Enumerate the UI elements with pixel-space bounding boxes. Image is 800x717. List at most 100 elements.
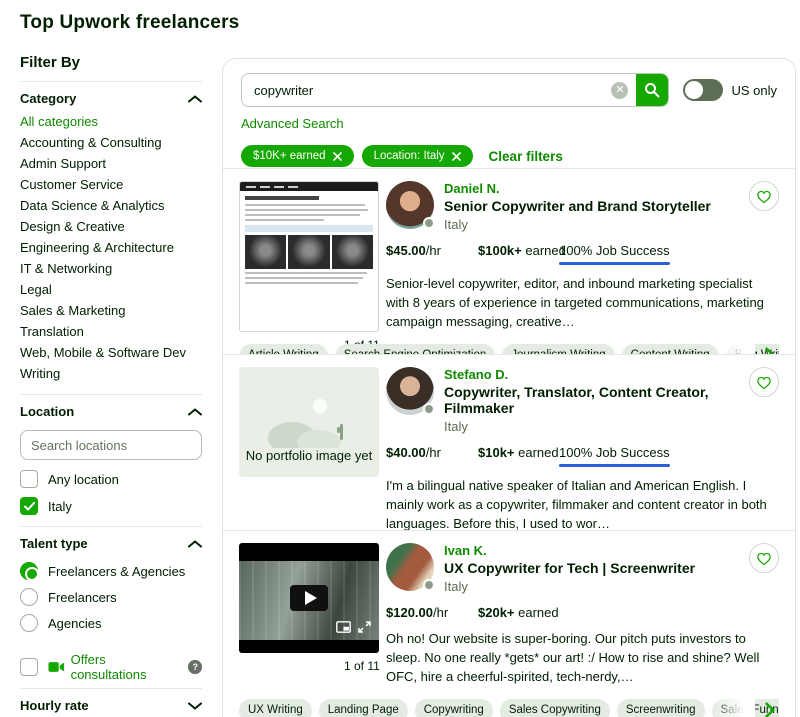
help-icon[interactable]: ? (188, 660, 203, 674)
clear-search-icon[interactable]: ✕ (611, 81, 629, 99)
save-freelancer-button[interactable] (749, 543, 779, 573)
location-label: Location (20, 404, 75, 419)
chevron-up-icon (188, 407, 202, 416)
skills-scroll-right-icon[interactable] (763, 346, 777, 354)
toggle-knob (685, 81, 704, 99)
skill-chip[interactable]: Sales Copywriting (499, 698, 610, 717)
talent-option-freelancers-agencies[interactable]: Freelancers & Agencies (20, 560, 202, 582)
skill-chip[interactable]: Copywriting (414, 698, 493, 717)
freelancer-title: UX Copywriter for Tech | Screenwriter (444, 560, 696, 576)
filter-chip-earned[interactable]: $10K+ earned (241, 145, 354, 167)
talent-type-label: Talent type (20, 536, 88, 551)
radio-unselected[interactable] (20, 614, 38, 632)
advanced-search-link[interactable]: Advanced Search (241, 116, 344, 131)
freelancer-card[interactable]: 1 of 11 Ivan K. UX Copywriter for Tech |… (223, 531, 795, 717)
freelancer-card[interactable]: No portfolio image yet Stefano D. Copywr… (223, 355, 795, 531)
category-section-header[interactable]: Category (20, 82, 202, 111)
skill-chip[interactable]: Landing Page (318, 698, 408, 717)
job-success-underline (559, 262, 670, 265)
search-input[interactable] (242, 82, 612, 98)
hourly-rate-label: Hourly rate (20, 698, 89, 713)
search-button[interactable] (636, 74, 669, 106)
hourly-rate: $120.00 (386, 605, 433, 620)
earned-amount: $10k+ (478, 445, 515, 460)
radio-selected[interactable] (20, 562, 39, 581)
category-item[interactable]: Admin Support (20, 153, 202, 174)
category-item[interactable]: Data Science & Analytics (20, 195, 202, 216)
chip-remove-icon[interactable] (332, 151, 342, 161)
save-freelancer-button[interactable] (749, 367, 779, 397)
freelancer-card[interactable]: 1 of 11 Daniel N. Senior Copywriter and … (223, 169, 795, 355)
avatar[interactable] (386, 181, 435, 229)
category-item-all[interactable]: All categories (20, 111, 202, 132)
heart-icon (757, 552, 771, 565)
skill-chip[interactable]: UX Writing (239, 698, 312, 717)
italy-location-option[interactable]: Italy (20, 495, 202, 517)
skills-row: UX Writing Landing Page Copywriting Sale… (239, 698, 779, 717)
skill-chip[interactable]: Content Writing (621, 343, 719, 354)
category-item[interactable]: Web, Mobile & Software Dev (20, 342, 202, 363)
play-button[interactable] (290, 585, 328, 611)
skill-chip[interactable]: Article Writing (239, 343, 328, 354)
stats-row: $40.00/hr $10k+ earned 100% Job Success (386, 445, 779, 467)
skills-row: Article Writing Search Engine Optimizati… (239, 343, 779, 354)
avatar[interactable] (386, 367, 435, 415)
chip-remove-icon[interactable] (451, 151, 461, 161)
filter-chip-location[interactable]: Location: Italy (361, 145, 473, 167)
category-item[interactable]: Sales & Marketing (20, 300, 202, 321)
filter-sidebar: Filter By Category All categories Accoun… (0, 36, 222, 717)
no-portfolio-text: No portfolio image yet (245, 448, 373, 463)
category-item[interactable]: Engineering & Architecture (20, 237, 202, 258)
talent-option-label: Freelancers & Agencies (48, 563, 186, 579)
earned-suffix: earned (514, 445, 559, 460)
status-dot (423, 217, 435, 229)
search-icon (645, 83, 660, 98)
checkbox-unchecked[interactable] (20, 470, 38, 488)
freelancer-name-link[interactable]: Stefano D. (444, 367, 749, 382)
skills-scroll-right-icon[interactable] (763, 701, 777, 717)
skill-chip[interactable]: Search Engine Optimization (334, 343, 496, 354)
category-item[interactable]: Accounting & Consulting (20, 132, 202, 153)
any-location-option[interactable]: Any location (20, 468, 202, 490)
category-item[interactable]: Customer Service (20, 174, 202, 195)
heart-icon (757, 376, 771, 389)
filter-by-heading: Filter By (20, 54, 81, 71)
freelancer-name-link[interactable]: Daniel N. (444, 181, 711, 196)
fullscreen-icon[interactable] (358, 621, 371, 633)
talent-option-agencies[interactable]: Agencies (20, 612, 202, 634)
status-dot (423, 579, 435, 591)
search-bar: ✕ (241, 73, 670, 107)
us-only-toggle[interactable] (683, 79, 724, 101)
avatar[interactable] (386, 543, 435, 591)
filter-chip-label: Location: Italy (373, 150, 445, 162)
portfolio-thumbnail[interactable] (239, 181, 379, 332)
rate-suffix: /hr (425, 445, 441, 460)
offers-consultations-label: Offers consultations (70, 652, 147, 682)
category-item[interactable]: IT & Networking (20, 258, 202, 279)
skill-chip[interactable]: Journalism Writing (502, 343, 615, 354)
job-success-underline (559, 464, 670, 467)
category-item[interactable]: Writing (20, 363, 202, 384)
category-item[interactable]: Legal (20, 279, 202, 300)
talent-option-freelancers[interactable]: Freelancers (20, 586, 202, 608)
freelancer-name-link[interactable]: Ivan K. (444, 543, 695, 558)
location-section-header[interactable]: Location (20, 395, 202, 424)
category-item[interactable]: Design & Creative (20, 216, 202, 237)
offers-consultations-option[interactable]: Offers consultations ? (20, 652, 203, 682)
radio-unselected[interactable] (20, 588, 38, 606)
category-item[interactable]: Translation (20, 321, 202, 342)
talent-type-section-header[interactable]: Talent type (20, 527, 202, 556)
skill-chip[interactable]: Screenwriting (616, 698, 705, 717)
location-search-input[interactable] (20, 430, 202, 460)
save-freelancer-button[interactable] (749, 181, 779, 211)
clear-filters-link[interactable]: Clear filters (489, 149, 563, 164)
freelancer-bio: I'm a bilingual native speaker of Italia… (386, 478, 767, 531)
rate-suffix: /hr (433, 605, 449, 620)
checkbox-checked[interactable] (20, 497, 38, 515)
any-location-label: Any location (48, 471, 119, 487)
us-only-label: US only (731, 82, 777, 98)
picture-in-picture-icon[interactable] (336, 621, 351, 633)
hourly-rate-section-header[interactable]: Hourly rate (20, 689, 202, 717)
checkbox-unchecked[interactable] (20, 658, 38, 676)
video-thumbnail[interactable] (239, 543, 379, 653)
